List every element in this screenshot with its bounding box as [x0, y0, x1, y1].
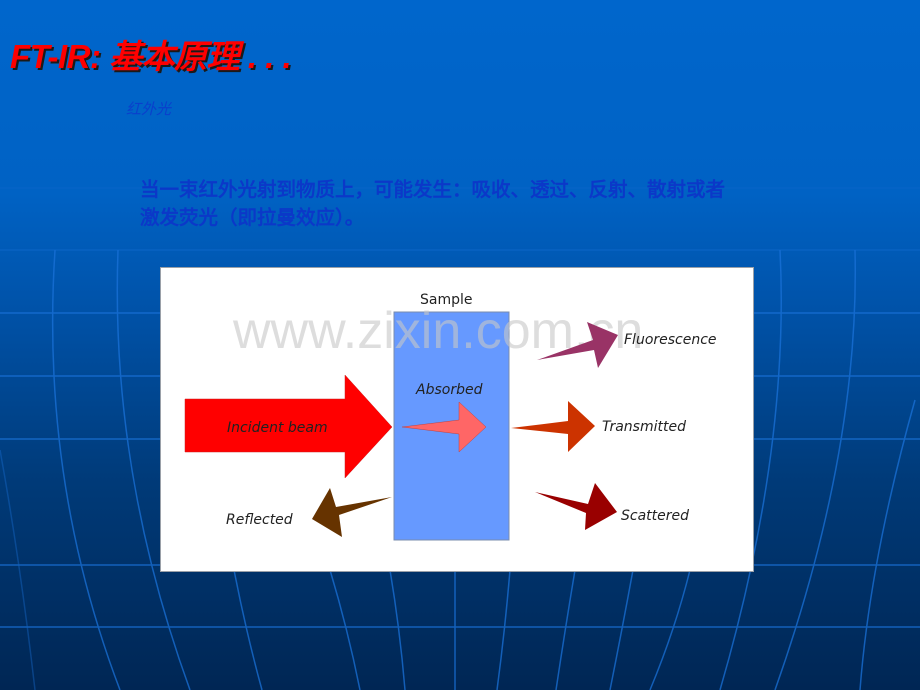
- diagram-panel: www.zixin.com.cn Sample Incident beam Ab…: [161, 268, 753, 571]
- slide-subtitle: 红外光: [126, 100, 172, 118]
- incident-beam-label: Incident beam: [227, 420, 328, 436]
- body-line-1: 当一束红外光射到物质上，可能发生：吸收、透过、反射、散射或者: [140, 178, 726, 201]
- scattered-label: Scattered: [621, 508, 689, 524]
- sample-label: Sample: [420, 292, 473, 308]
- slide-title: FT-IR: 基本原理 . . .: [10, 38, 292, 75]
- absorbed-label: Absorbed: [415, 382, 483, 398]
- scattered-arrow: [535, 483, 617, 530]
- slide-body-text: 当一束红外光射到物质上，可能发生：吸收、透过、反射、散射或者 激发荧光（即拉曼效…: [140, 176, 870, 232]
- transmitted-arrow: [511, 401, 595, 452]
- reflected-label: Reflected: [226, 512, 293, 528]
- fluorescence-label: Fluorescence: [624, 332, 717, 348]
- body-line-2: 激发荧光（即拉曼效应）。: [140, 206, 365, 229]
- ir-interaction-diagram: www.zixin.com.cn Sample Incident beam Ab…: [184, 292, 717, 541]
- reflected-arrow: [312, 488, 392, 537]
- transmitted-label: Transmitted: [602, 419, 686, 435]
